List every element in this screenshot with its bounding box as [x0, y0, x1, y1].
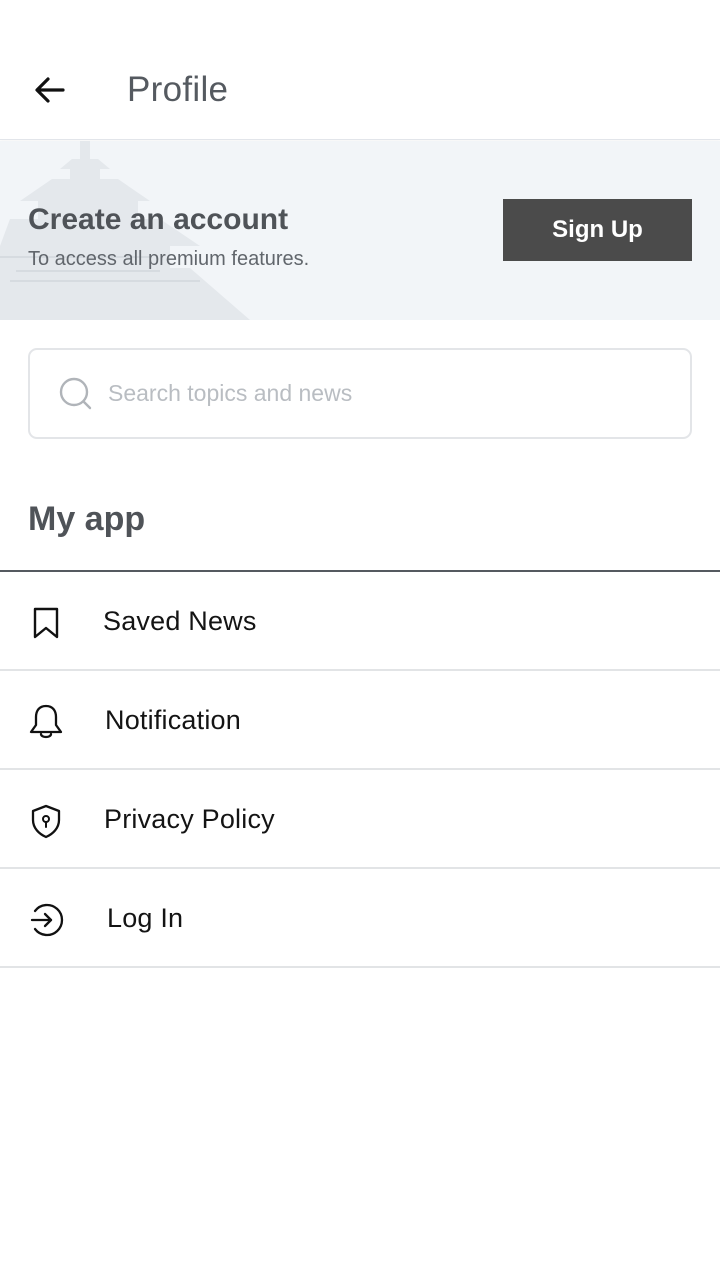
my-app-menu: Saved News Notification Privacy Policy L… [0, 572, 720, 968]
shield-lock-icon [26, 801, 66, 841]
sign-up-button[interactable]: Sign Up [503, 199, 692, 261]
menu-item-label: Notification [105, 705, 241, 735]
banner-subtitle: To access all premium features. [28, 248, 310, 270]
menu-item-label: Log In [107, 903, 184, 933]
profile-screen: Profile Create an account To access all … [0, 0, 720, 1280]
menu-item-log-in[interactable]: Log In [0, 869, 720, 968]
search-bar[interactable] [28, 348, 692, 439]
search-icon [58, 376, 94, 412]
page-title: Profile [127, 70, 229, 109]
login-icon [26, 900, 66, 940]
banner-title: Create an account [28, 203, 289, 236]
arrow-left-icon [33, 73, 67, 112]
bookmark-icon [26, 603, 66, 643]
menu-item-label: Privacy Policy [104, 804, 275, 834]
menu-item-privacy-policy[interactable]: Privacy Policy [0, 770, 720, 869]
top-app-bar: Profile [0, 0, 720, 140]
create-account-banner: Create an account To access all premium … [0, 141, 720, 320]
section-title-my-app: My app [28, 500, 146, 538]
menu-item-notification[interactable]: Notification [0, 671, 720, 770]
menu-item-saved-news[interactable]: Saved News [0, 572, 720, 671]
menu-item-label: Saved News [103, 606, 257, 636]
bell-icon [26, 702, 66, 742]
search-input[interactable] [108, 380, 628, 407]
back-button[interactable] [28, 70, 72, 114]
